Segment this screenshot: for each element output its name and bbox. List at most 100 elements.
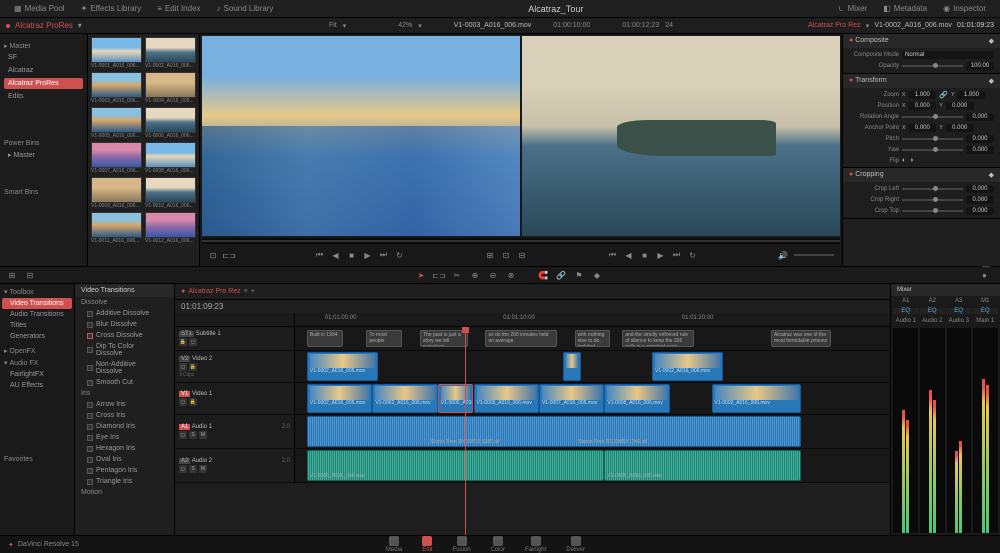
clip-thumb[interactable]: V1-0009_A016_006...	[91, 177, 142, 209]
bin-item-selected[interactable]: Alcatraz ProRes	[4, 78, 83, 89]
edit-page[interactable]: Edit	[422, 536, 432, 553]
video-clip[interactable]: V1-0005_A016_006.mov	[474, 384, 539, 413]
clip-thumb[interactable]: V1-0001_A016_006...	[91, 37, 142, 69]
next-icon[interactable]: ⏭	[379, 250, 389, 260]
audio-meter[interactable]	[947, 328, 972, 533]
clip-thumb[interactable]: V1-0006_A016_006...	[145, 107, 196, 139]
sound-library-tab[interactable]: ♪Sound Library	[209, 4, 282, 13]
composite-mode-select[interactable]: Normal	[902, 51, 994, 59]
fx-item[interactable]: Diamond Iris	[75, 421, 174, 432]
media-pool-tab[interactable]: ▦Media Pool	[6, 4, 73, 13]
fx-item[interactable]: Smooth Cut	[75, 377, 174, 388]
audio-clip[interactable]: V1-0006_A016_006.wav	[307, 450, 605, 481]
fx-item[interactable]: Hexagon Iris	[75, 443, 174, 454]
audio-transitions-cat[interactable]: Audio Transitions	[2, 309, 72, 320]
lock-icon[interactable]: 🔒	[179, 338, 187, 346]
video-clip[interactable]: V1-0002_A016_006.mov	[372, 384, 437, 413]
timeline-viewer[interactable]	[522, 36, 840, 236]
flip-v-icon[interactable]: ◑	[909, 157, 913, 164]
clip-thumb[interactable]: V1-0012_A016_006...	[145, 212, 196, 244]
timeline-ruler[interactable]: 01:01:00:00 01:01:10:00 01:01:20:00	[175, 313, 890, 327]
play-icon[interactable]: ▶	[656, 250, 666, 260]
video-transitions-cat[interactable]: Video Transitions	[2, 298, 72, 309]
loop-icon[interactable]: ↻	[395, 250, 405, 260]
fx-item[interactable]: Cross Dissolve	[75, 330, 174, 341]
pos-x[interactable]: 0.000	[908, 102, 936, 110]
rotation-slider[interactable]	[902, 116, 963, 118]
first-frame-icon[interactable]: ⏮	[608, 250, 618, 260]
timeline-name[interactable]: Alcatraz Pro Rez	[808, 22, 861, 29]
subtitle-clip[interactable]: To most people	[366, 330, 402, 347]
replace-icon[interactable]: ⊟	[517, 250, 527, 260]
viewer-scrubber[interactable]	[202, 238, 840, 244]
clip-thumb[interactable]: V1-0007_A016_006...	[91, 142, 142, 174]
video-clip[interactable]: V1-0008_A016_006.mov	[604, 384, 669, 413]
trim-tool-icon[interactable]: ⊏⊐	[433, 269, 445, 281]
arrow-tool-icon[interactable]: ➤	[415, 269, 427, 281]
fairlight-page[interactable]: Fairlight	[525, 536, 546, 553]
clip-thumb[interactable]: V1-0003_A016_006...	[91, 72, 142, 104]
audiofx-header[interactable]: ▾ Audio FX	[2, 357, 72, 369]
power-bin-item[interactable]: ▸ Master	[4, 149, 83, 161]
audio-meter[interactable]	[893, 328, 918, 533]
link-icon[interactable]: 🔗	[555, 269, 567, 281]
snap-icon[interactable]: 🧲	[537, 269, 549, 281]
fx-item[interactable]: Additive Dissolve	[75, 308, 174, 319]
toolbox-header[interactable]: ▾ Toolbox	[2, 286, 72, 298]
pos-y[interactable]: 0.000	[946, 102, 974, 110]
clip-thumb[interactable]: V1-0002_A016_006...	[145, 37, 196, 69]
subtitle-clip[interactable]: The past is just a story we tell ourselv…	[420, 330, 468, 347]
titles-cat[interactable]: Titles	[2, 320, 72, 331]
marker-icon[interactable]: ◆	[591, 269, 603, 281]
play-icon[interactable]: ▶	[363, 250, 373, 260]
overwrite-icon[interactable]: ⊡	[501, 250, 511, 260]
link-icon[interactable]: 🔗	[939, 91, 948, 99]
clip-thumb[interactable]: V1-0008_A016_006...	[145, 142, 196, 174]
video-clip[interactable]	[563, 352, 581, 381]
track-head-v2[interactable]: V2 Video 2 ◻🔒 3 Clips	[175, 351, 295, 382]
clip-thumb[interactable]: V1-0005_A016_006...	[91, 107, 142, 139]
volume-icon[interactable]: 🔊	[778, 250, 788, 260]
composite-header[interactable]: ● Composite◆	[843, 34, 1000, 48]
flag-icon[interactable]: ⚑	[573, 269, 585, 281]
video-clip[interactable]: V1-0002_A016_006.mov	[307, 384, 372, 413]
replace-tool-icon[interactable]: ⊗	[505, 269, 517, 281]
opacity-value[interactable]: 100.00	[966, 62, 994, 70]
video-clip[interactable]: V1-0002_A016_006.mov	[712, 384, 801, 413]
fx-item[interactable]: Eye Iris	[75, 432, 174, 443]
track-head-a2[interactable]: A2 Audio 2 2.0 ◻SM	[175, 449, 295, 482]
fx-item[interactable]: Pentagon Iris	[75, 465, 174, 476]
in-out-icon[interactable]: ⊏⊐	[224, 250, 234, 260]
transform-header[interactable]: ● Transform◆	[843, 74, 1000, 88]
zoom-y[interactable]: 1.000	[957, 91, 985, 99]
zoom-x[interactable]: 1.000	[908, 91, 936, 99]
fx-item[interactable]: Arrow Iris	[75, 399, 174, 410]
metadata-toggle[interactable]: ◧Metadata	[875, 4, 935, 13]
fx-item[interactable]: Oval Iris	[75, 454, 174, 465]
video-clip-selected[interactable]: V1-0006_A016_006.mov	[438, 384, 474, 413]
loop-icon[interactable]: ↻	[688, 250, 698, 260]
stop-icon[interactable]: ■	[347, 250, 357, 260]
video-clip[interactable]: V1-0002_A016_006.mov	[652, 352, 723, 381]
subtitle-clip[interactable]: Alcatraz was one of the most formidable …	[771, 330, 831, 347]
source-viewer[interactable]	[202, 36, 520, 236]
opacity-slider[interactable]	[902, 65, 963, 67]
zoom-slider[interactable]: —●—	[982, 269, 994, 281]
blade-tool-icon[interactable]: ✂	[451, 269, 463, 281]
openfx-header[interactable]: ▸ OpenFX	[2, 345, 72, 357]
timeline-tab[interactable]: ●Alcatraz Pro Rez×+	[181, 288, 255, 295]
mixer-ch[interactable]: A1	[893, 298, 919, 304]
video-clip[interactable]: V1-0002_A016_006.mov	[307, 352, 378, 381]
fx-item[interactable]: Cross Iris	[75, 410, 174, 421]
audio-meter[interactable]	[920, 328, 945, 533]
bin-item[interactable]: SF	[4, 52, 83, 63]
fit-label[interactable]: Fit	[329, 22, 337, 29]
clip-thumb[interactable]: V1-0011_A016_006...	[91, 212, 142, 244]
subtitle-clip[interactable]: with nothing else to do, isolated	[575, 330, 611, 347]
stop-icon[interactable]: ■	[640, 250, 650, 260]
mixer-ch[interactable]: A2	[920, 298, 946, 304]
subtitle-clip[interactable]: and the strictly enforced rule of silenc…	[622, 330, 693, 347]
favorites-header[interactable]: Favorites	[2, 454, 72, 465]
track-head-a1[interactable]: A1 Audio 1 2.0 ◻SM	[175, 415, 295, 448]
bin-item[interactable]: Alcatraz	[4, 65, 83, 76]
